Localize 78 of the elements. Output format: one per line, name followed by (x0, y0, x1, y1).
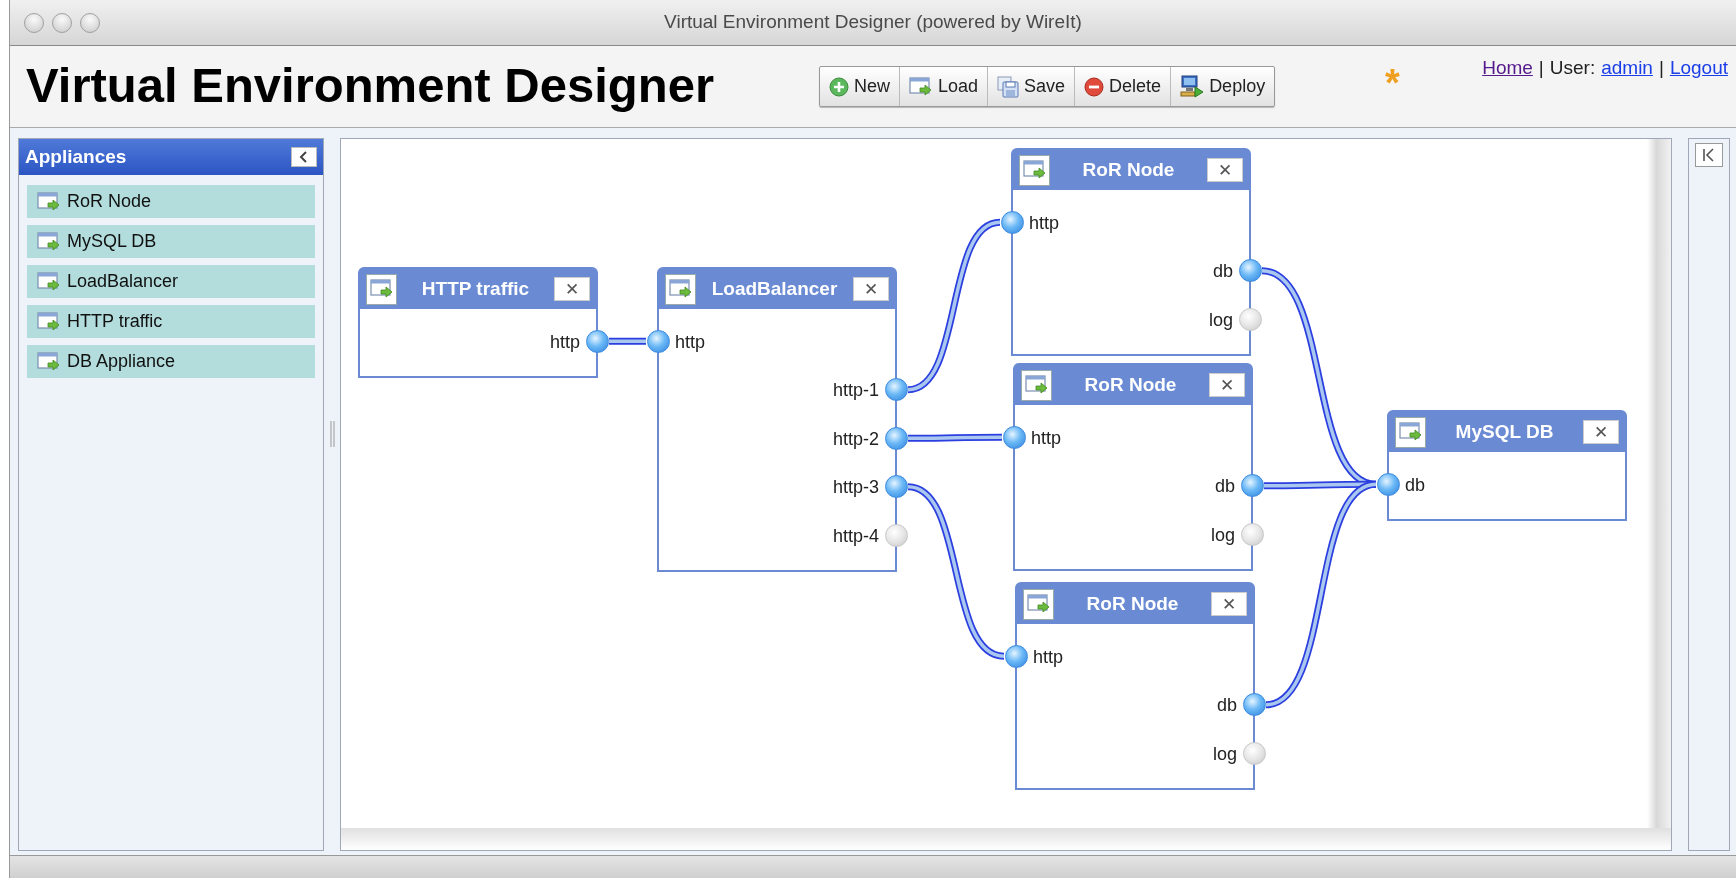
appliance-item[interactable]: HTTP traffic (27, 305, 315, 338)
node-title: RoR Node (1081, 157, 1176, 182)
node-title: RoR Node (1083, 372, 1178, 397)
header-text: User: (1549, 56, 1596, 80)
header-link[interactable]: admin (1601, 54, 1653, 83)
node-title: HTTP traffic (420, 276, 531, 301)
terminal-label: http (549, 330, 580, 354)
appliance-icon (668, 279, 693, 299)
terminal-label: http (1031, 426, 1062, 450)
terminal-label: http (1033, 645, 1064, 669)
terminal-label: db (1214, 475, 1235, 499)
panel-title: Appliances (25, 144, 127, 169)
appliance-icon (37, 231, 61, 252)
unsaved-indicator: * (1385, 64, 1400, 102)
terminal-label: http (675, 330, 706, 354)
close-button[interactable]: ✕ (853, 277, 889, 301)
appliance-icon (1024, 375, 1049, 395)
appliance-icon (1022, 160, 1047, 180)
appliance-icon (1026, 594, 1051, 614)
appliance-icon (37, 191, 61, 212)
chevron-left-icon (299, 151, 309, 163)
toolbar-button[interactable]: Delete (1075, 67, 1172, 106)
window-control[interactable] (80, 12, 100, 33)
appliance-node[interactable]: RoR Node ✕ http db log (1013, 363, 1253, 571)
terminal-label: log (1210, 523, 1235, 547)
toolbar-button[interactable]: Deploy (1171, 67, 1275, 106)
window-title: Virtual Environment Designer (powered by WireIt) (664, 10, 1082, 35)
appliance-icon (37, 271, 61, 292)
expand-button[interactable] (1695, 143, 1723, 167)
computer-icon (1180, 74, 1205, 99)
appliance-icon (37, 351, 61, 372)
appliance-icon (37, 311, 61, 332)
window-control[interactable] (24, 12, 44, 33)
header-link[interactable]: Logout (1669, 54, 1728, 83)
appliance-icon (1398, 422, 1423, 442)
header-text: | (1538, 56, 1544, 80)
appliance-node[interactable]: HTTP traffic ✕ http (358, 267, 598, 378)
terminal-label: log (1208, 308, 1233, 332)
appliance-node[interactable]: RoR Node ✕ http db log (1015, 582, 1255, 790)
terminal-label: db (1216, 694, 1237, 718)
appliance-node[interactable]: LoadBalancer ✕ http http-1 http-2 http-3 http-4 (657, 267, 897, 572)
collapse-button[interactable] (291, 147, 317, 167)
collapse-to-edge-icon (1702, 148, 1716, 162)
close-button[interactable]: ✕ (554, 277, 590, 301)
node-title: LoadBalancer (710, 276, 839, 301)
toolbar-button[interactable]: Save (988, 67, 1076, 106)
terminal-label: http (1029, 211, 1060, 235)
appliance-item[interactable]: DB Appliance (27, 345, 315, 378)
terminal-label: log (1212, 742, 1237, 766)
header-link[interactable]: Home (1482, 54, 1533, 83)
app-title: Virtual Environment Designer (26, 57, 714, 114)
close-button[interactable]: ✕ (1207, 158, 1243, 182)
floppy-disk-icon (997, 75, 1020, 98)
close-button[interactable]: ✕ (1211, 592, 1247, 616)
splitter-grip[interactable] (330, 421, 336, 447)
terminal-label: http-3 (832, 476, 879, 500)
appliance-item[interactable]: MySQL DB (27, 225, 315, 258)
toolbar-button[interactable]: New (820, 67, 900, 106)
terminal-label: db (1405, 473, 1426, 497)
header-text: | (1658, 56, 1664, 80)
appliance-node[interactable]: RoR Node ✕ http db log (1011, 148, 1251, 356)
terminal-label: db (1212, 260, 1233, 284)
node-title: RoR Node (1085, 591, 1180, 616)
terminal-label: http-1 (832, 379, 879, 403)
toolbar-button[interactable]: Load (900, 67, 989, 106)
appliance-item[interactable]: LoadBalancer (27, 265, 315, 298)
close-button[interactable]: ✕ (1209, 373, 1245, 397)
delete-icon (1084, 76, 1105, 97)
window-control[interactable] (52, 12, 72, 33)
appliance-icon (369, 279, 394, 299)
node-title: MySQL DB (1454, 419, 1555, 444)
add-icon (829, 76, 849, 97)
close-button[interactable]: ✕ (1583, 420, 1619, 444)
appliance-item[interactable]: RoR Node (27, 185, 315, 218)
appliance-node[interactable]: MySQL DB ✕ db (1387, 410, 1627, 521)
terminal-label: http-4 (832, 524, 879, 548)
terminal-label: http-2 (832, 427, 879, 451)
load-icon (909, 76, 933, 97)
